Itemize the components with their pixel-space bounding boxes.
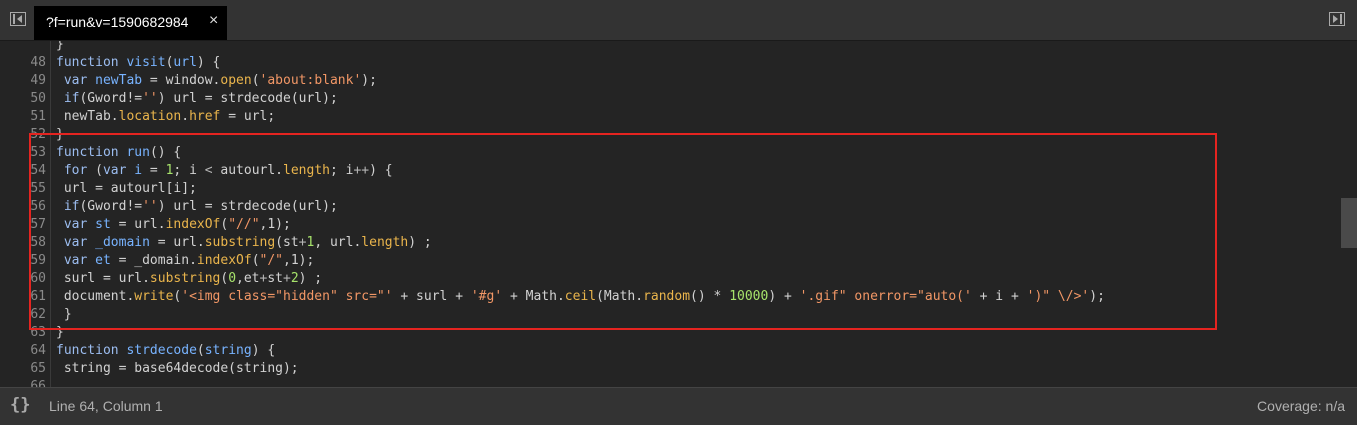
code-token: url bbox=[173, 55, 197, 70]
toggle-debugger-button[interactable] bbox=[1329, 12, 1345, 26]
code-text: if(Gword!='') url = strdecode(url); bbox=[56, 90, 338, 108]
code-text: function strdecode(string) { bbox=[56, 342, 275, 360]
code-token: newTab. bbox=[56, 109, 119, 124]
code-token: visit bbox=[126, 55, 166, 70]
code-token: '' bbox=[142, 91, 158, 106]
line-number[interactable]: 50 bbox=[0, 90, 46, 108]
code-token: var bbox=[63, 73, 88, 88]
code-token: ) url = strdecode(url); bbox=[157, 91, 338, 106]
code-token: open bbox=[220, 73, 252, 88]
toggle-navigator-button[interactable] bbox=[10, 12, 26, 26]
code-token: = url; bbox=[220, 109, 276, 124]
code-token: if bbox=[63, 91, 80, 106]
line-number[interactable]: 64 bbox=[0, 342, 46, 360]
line-number[interactable]: 51 bbox=[0, 108, 46, 126]
code-token: strdecode bbox=[126, 343, 197, 358]
code-line[interactable]: 50 if(Gword!='') url = strdecode(url); bbox=[0, 90, 1340, 108]
code-token: location bbox=[118, 109, 182, 124]
line-number[interactable]: 48 bbox=[0, 54, 46, 72]
code-text: newTab.location.href = url; bbox=[56, 108, 275, 126]
code-token: } bbox=[56, 41, 64, 52]
code-line[interactable]: 49 var newTab = window.open('about:blank… bbox=[0, 72, 1340, 90]
code-token: string bbox=[204, 343, 252, 358]
line-number[interactable]: 66 bbox=[0, 378, 46, 387]
code-line[interactable]: 65 string = base64decode(string); bbox=[0, 360, 1340, 378]
code-token: string = base64decode(string); bbox=[56, 361, 299, 376]
code-line[interactable]: 64 function strdecode(string) { bbox=[0, 342, 1340, 360]
code-line[interactable]: 66 bbox=[0, 378, 1340, 387]
editor-tab-bar: ?f=run&v=1590682984 × bbox=[0, 0, 1357, 41]
vertical-scrollbar-thumb[interactable] bbox=[1341, 198, 1357, 248]
code-text: function visit(url) { bbox=[56, 54, 220, 72]
code-token: . bbox=[181, 109, 190, 124]
code-text: string = base64decode(string); bbox=[56, 360, 299, 378]
code-text: } bbox=[56, 41, 64, 54]
code-line[interactable]: } bbox=[0, 41, 1340, 54]
code-text: var newTab = window.open('about:blank'); bbox=[56, 72, 377, 90]
line-number[interactable]: 65 bbox=[0, 360, 46, 378]
code-token: function bbox=[56, 55, 119, 70]
highlight-annotation-box bbox=[29, 133, 1217, 330]
code-token: ( bbox=[196, 343, 205, 358]
code-token: (Gword!= bbox=[79, 91, 143, 106]
code-token: ( bbox=[251, 73, 260, 88]
code-token: href bbox=[189, 109, 221, 124]
line-number[interactable]: 49 bbox=[0, 72, 46, 90]
coverage-status: Coverage: n/a bbox=[1257, 398, 1345, 414]
code-token: ); bbox=[361, 73, 377, 88]
code-token: ) { bbox=[251, 343, 276, 358]
pretty-print-icon[interactable]: {} bbox=[10, 395, 30, 415]
tab-title: ?f=run&v=1590682984 bbox=[46, 14, 189, 30]
code-line[interactable]: 51 newTab.location.href = url; bbox=[0, 108, 1340, 126]
cursor-position: Line 64, Column 1 bbox=[49, 398, 163, 414]
status-bar: {} Line 64, Column 1 Coverage: n/a bbox=[0, 387, 1357, 425]
code-line[interactable]: 48 function visit(url) { bbox=[0, 54, 1340, 72]
code-token: = window. bbox=[142, 73, 221, 88]
code-token: newTab bbox=[95, 73, 143, 88]
code-token: function bbox=[56, 343, 119, 358]
code-token: 'about:blank' bbox=[259, 73, 362, 88]
close-icon[interactable]: × bbox=[209, 12, 218, 30]
code-token: ) { bbox=[196, 55, 221, 70]
tab-source-file[interactable]: ?f=run&v=1590682984 × bbox=[34, 6, 227, 40]
